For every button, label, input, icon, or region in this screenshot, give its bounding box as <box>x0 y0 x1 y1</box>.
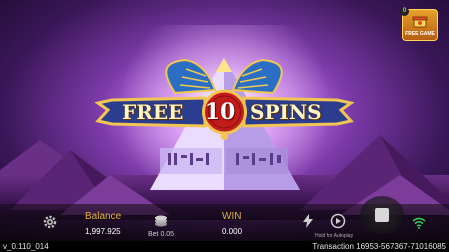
footer-bar: v_0.110_014 Transaction 16953-567367-710… <box>0 241 449 252</box>
spin-stop-button[interactable] <box>360 196 404 234</box>
banner-word-free: FREE <box>122 100 184 124</box>
win-label: WIN <box>222 211 242 222</box>
pyramid-cap <box>216 58 232 72</box>
balance-label: Balance <box>85 211 122 222</box>
autoplay-hint: Hold for Autoplay <box>315 233 354 239</box>
wifi-icon <box>412 217 426 229</box>
bet-label[interactable]: Bet 0.05 <box>148 231 174 238</box>
banner-word-spins: SPINS <box>250 100 322 124</box>
win-value: 0.000 <box>222 227 243 236</box>
turbo-icon[interactable] <box>302 214 314 228</box>
free-game-button[interactable]: 0 FREE GAME <box>400 7 438 41</box>
stop-icon <box>375 208 389 222</box>
chips-icon[interactable] <box>154 214 168 228</box>
free-game-count: 0 <box>400 7 409 16</box>
autoplay-icon[interactable] <box>330 213 346 229</box>
balance-value: 1,997.925 <box>85 227 121 236</box>
settings-icon[interactable] <box>42 214 58 230</box>
version-text: v_0.110_014 <box>3 242 49 251</box>
transaction-text: Transaction 16953-567367-71016085 <box>312 242 446 251</box>
banner-number: 10 <box>204 99 236 125</box>
free-game-icon <box>412 16 428 28</box>
free-game-label: FREE GAME <box>405 31 435 37</box>
